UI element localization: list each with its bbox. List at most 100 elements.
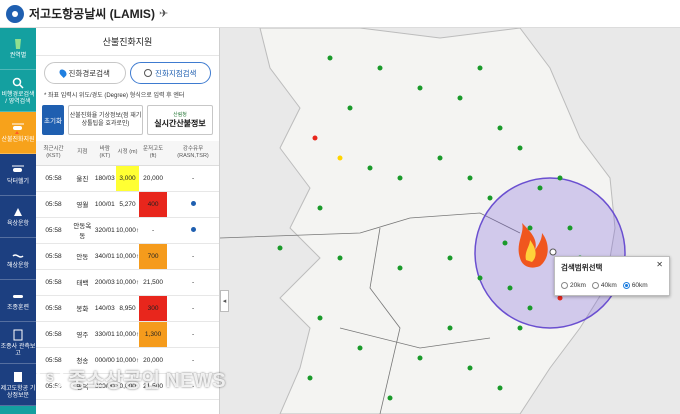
cell-visibility: 10,000↑: [115, 321, 140, 348]
sidebar-item-sea[interactable]: 해상운항: [0, 238, 36, 280]
sidebar-item-training[interactable]: 조종훈련: [0, 280, 36, 322]
cell-precip: [167, 217, 219, 244]
forest-fire-info-button[interactable]: 산림청 실시간산불정보: [147, 105, 213, 135]
radio-label: 60km: [631, 282, 648, 289]
precip-dot-icon: [190, 200, 196, 206]
cell-visibility: 3,000: [115, 165, 140, 192]
sidebar-item-doctor-heli[interactable]: 닥터헬기: [0, 154, 36, 196]
cell-ceiling: 20,000: [139, 165, 168, 192]
cell-time: 05:58: [36, 269, 71, 296]
table-row[interactable]: 05:58 영주 330/01 10,000↑ 1,300 -: [36, 321, 219, 348]
sidebar-item-label: 비행경로검색 / 영역검색: [1, 91, 35, 105]
sidebar-item-label: 조종훈련: [6, 305, 30, 311]
sidebar-item-label: 산불진화지원: [1, 137, 35, 143]
cell-ceiling: 1,300: [139, 321, 168, 348]
radio-indicator: [591, 282, 599, 289]
sidebar-item-land[interactable]: 육상운항: [0, 196, 36, 238]
radio-20km[interactable]: 20km: [561, 282, 586, 289]
map-view[interactable]: ◂: [220, 28, 680, 414]
col-precip: 강수유무 (RASN,TSR): [167, 141, 219, 166]
forest-service-label: 산림청: [173, 112, 187, 118]
cell-ceiling: 700: [139, 243, 168, 270]
reset-button[interactable]: 초기화: [42, 105, 64, 135]
cell-time: 05:58: [36, 191, 71, 218]
clock-icon: [144, 69, 153, 77]
cell-station: 울진: [70, 165, 94, 192]
table-row[interactable]: 05:58 안동옥동 320/01 10,000↑ -: [36, 217, 219, 244]
sidebar-item-wildfire[interactable]: 산불진화지원: [0, 112, 36, 154]
radio-label: 40km: [600, 282, 617, 289]
app-title: 저고도항공날씨 (LAMIS): [29, 7, 155, 21]
sidebar-item-bulletin[interactable]: 제고도항공 기상정보문: [0, 364, 36, 406]
cell-visibility: 10,000↑: [115, 243, 140, 270]
tab-point-search[interactable]: 진화지점검색: [129, 62, 211, 84]
col-ceiling: 운저고도 (ft): [139, 141, 168, 166]
cell-precip: -: [167, 243, 219, 270]
tab-label: 진화지점검색: [155, 68, 197, 78]
sidebar-item-label: 닥터헬기: [6, 179, 30, 185]
table-row[interactable]: 05:58 안동 340/01 10,000↑ 700 -: [36, 243, 219, 270]
table-header-row: 최근시간 (KST) 지점 바람 (KT) 시정 (m) 운저고도 (ft) 강…: [36, 141, 219, 166]
sidebar-item-label: 제고도항공 기상정보문: [0, 385, 36, 399]
coordinate-hint: * 좌표 입력시 위도/경도 (Degree) 형식으로 입력 후 엔터: [44, 93, 185, 99]
cell-time: 05:58: [36, 243, 71, 270]
map-icon: [11, 37, 25, 51]
cell-ceiling: 21,500: [139, 269, 168, 296]
table-row[interactable]: 05:58 봉화 140/03 8,950 300 -: [36, 295, 219, 322]
cell-ceiling: 300: [139, 295, 168, 322]
table-row[interactable]: 05:58 울진 180/03 3,000 20,000 -: [36, 165, 219, 192]
cell-precip: [167, 191, 219, 218]
wildfire-panel: 산불진화지원 진화경로검색 진화지점검색 * 좌표 입력시 위도/경도 (Deg…: [36, 28, 220, 414]
cell-wind: 140/03: [93, 295, 116, 322]
cell-time: 05:58: [36, 321, 71, 348]
cell-wind: 180/03: [93, 165, 116, 192]
weather-info-button[interactable]: 산불진화율 기상정보(점 재기상툴팁을 효과로인): [68, 105, 143, 135]
cell-station: 영주: [70, 321, 94, 348]
sidebar-item-label: 해상운항: [6, 263, 30, 269]
radio-indicator-selected: [622, 282, 630, 289]
cell-station: 안동: [70, 243, 94, 270]
table-row[interactable]: 05:58 영월 100/01 5,270 400: [36, 191, 219, 218]
cell-time: 05:58: [36, 217, 71, 244]
range-options: 20km 40km 60km: [561, 282, 663, 289]
cell-ceiling: -: [139, 217, 168, 244]
close-icon[interactable]: ✕: [656, 260, 663, 269]
radio-60km[interactable]: 60km: [622, 282, 648, 289]
col-wind: 바람 (KT): [93, 141, 116, 166]
radio-label: 20km: [570, 282, 586, 289]
sidebar-item-route-search[interactable]: 비행경로검색 / 영역검색: [0, 70, 36, 112]
map-canvas[interactable]: [220, 28, 680, 414]
panel-collapse-handle[interactable]: ◂: [220, 290, 229, 312]
watermark: S 중소상공인 NEWS: [36, 360, 266, 396]
watermark-logo: S: [36, 364, 64, 392]
table-row[interactable]: 05:58 태백 200/03 10,000↑ 21,500 -: [36, 269, 219, 296]
sidebar-item-pilot-report[interactable]: 조종사 관측보고: [0, 322, 36, 364]
sidebar-item-region[interactable]: 권역별: [0, 28, 36, 70]
cell-wind: 200/03: [93, 269, 116, 296]
cell-precip: -: [167, 321, 219, 348]
tab-route-search[interactable]: 진화경로검색: [44, 62, 126, 84]
watermark-text: 중소상공인 NEWS: [68, 369, 226, 392]
pin-icon: [57, 68, 68, 78]
radio-40km[interactable]: 40km: [591, 282, 617, 289]
cell-visibility: 10,000↑: [115, 269, 140, 296]
fire-location-marker[interactable]: [549, 248, 557, 256]
logo-icon: [6, 4, 24, 23]
cell-visibility: 8,950: [115, 295, 140, 322]
cell-precip: -: [167, 165, 219, 192]
cell-station: 태백: [70, 269, 94, 296]
panel-title: 산불진화지원: [36, 28, 219, 56]
cell-visibility: 5,270: [115, 191, 140, 218]
cell-wind: 320/01: [93, 217, 116, 244]
cell-visibility: 10,000↑: [115, 217, 140, 244]
cell-station: 안동옥동: [70, 217, 94, 244]
tab-label: 진화경로검색: [68, 68, 110, 78]
document-icon: [11, 370, 25, 384]
precip-dot-icon: [190, 226, 196, 232]
search-tabs: 진화경로검색 진화지점검색: [36, 56, 219, 88]
sidebar: 권역별 비행경로검색 / 영역검색 산불진화지원 닥터헬기 육상운항 해상운항 …: [0, 28, 36, 414]
plane-icon: ✈: [158, 8, 169, 20]
cell-station: 영월: [70, 191, 94, 218]
col-time: 최근시간 (KST): [36, 141, 71, 166]
cell-time: 05:58: [36, 295, 71, 322]
